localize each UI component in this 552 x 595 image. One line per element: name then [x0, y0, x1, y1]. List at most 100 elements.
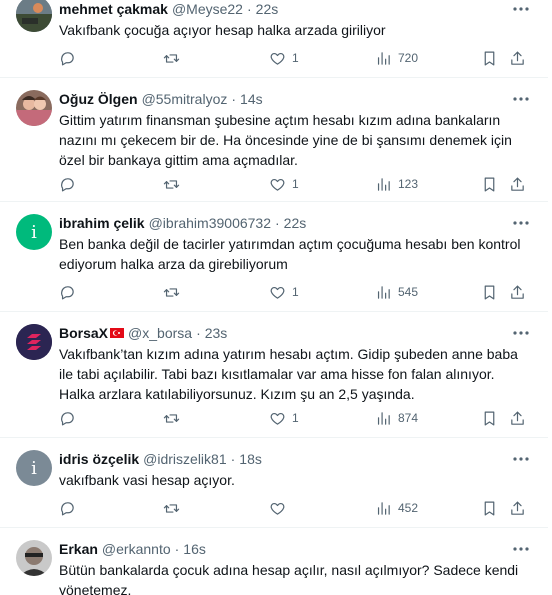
views-icon — [377, 51, 390, 65]
tweet[interactable]: BorsaX @x_borsa · 23s Vakıfbank’tan kızı… — [0, 312, 548, 438]
author-handle[interactable]: @x_borsa — [128, 324, 192, 342]
tweet-header: Oğuz Ölgen @55mitralyoz · 14s — [59, 90, 263, 108]
like-button[interactable]: 1 — [269, 174, 299, 194]
timeline: mehmet çakmak @Meyse22 · 22s Vakıfbank ç… — [0, 0, 552, 595]
tweet-text: Vakıfbank’tan kızım adına yatırım hesabı… — [59, 346, 518, 402]
share-icon — [511, 501, 524, 515]
timestamp[interactable]: 18s — [239, 450, 262, 468]
tweet[interactable]: i idris özçelik @idriszelik81 · 18s vakı… — [0, 438, 548, 528]
like-icon — [270, 286, 285, 299]
share-button[interactable] — [509, 174, 526, 194]
tweet[interactable]: mehmet çakmak @Meyse22 · 22s Vakıfbank ç… — [0, 0, 548, 78]
views-button[interactable]: 123 — [375, 174, 418, 194]
avatar[interactable] — [16, 0, 52, 32]
separator: · — [246, 1, 252, 17]
reply-icon — [61, 411, 74, 425]
author-handle[interactable]: @Meyse22 — [172, 0, 243, 18]
timestamp[interactable]: 23s — [205, 324, 228, 342]
like-icon — [270, 412, 285, 425]
reply-icon — [61, 285, 74, 299]
tweet-header: Erkan @erkannto · 16s — [59, 540, 206, 558]
reply-button[interactable] — [59, 48, 82, 68]
bookmark-icon — [484, 177, 495, 191]
share-icon — [511, 285, 524, 299]
author-name[interactable]: mehmet çakmak — [59, 0, 168, 18]
share-button[interactable] — [509, 408, 526, 428]
action-bar: 1 123 — [59, 174, 539, 194]
author-name[interactable]: ibrahim çelik — [59, 214, 145, 232]
more-icon[interactable] — [512, 546, 530, 552]
retweet-button[interactable] — [163, 48, 186, 68]
bookmark-button[interactable] — [481, 408, 498, 428]
bookmark-button[interactable] — [481, 498, 498, 518]
tweet-text: Gittim yatırım finansman şubesine açtım … — [59, 112, 512, 168]
timestamp[interactable]: 22s — [284, 214, 307, 232]
like-button[interactable]: 1 — [269, 282, 299, 302]
like-icon — [270, 178, 285, 191]
share-button[interactable] — [509, 282, 526, 302]
avatar[interactable]: i — [16, 450, 52, 486]
action-bar: 1 545 — [59, 282, 539, 302]
views-button[interactable]: 545 — [375, 282, 418, 302]
more-icon[interactable] — [512, 220, 530, 226]
author-handle[interactable]: @ibrahim39006732 — [149, 214, 271, 232]
reply-button[interactable] — [59, 408, 82, 428]
views-button[interactable]: 452 — [375, 498, 418, 518]
more-icon[interactable] — [512, 330, 530, 336]
avatar[interactable]: i — [16, 214, 52, 250]
reply-button[interactable] — [59, 174, 82, 194]
views-icon — [377, 177, 390, 191]
views-button[interactable]: 874 — [375, 408, 418, 428]
retweet-button[interactable] — [163, 408, 186, 428]
retweet-button[interactable] — [163, 498, 186, 518]
more-icon[interactable] — [512, 96, 530, 102]
avatar-letter: i — [31, 221, 37, 243]
retweet-icon — [163, 287, 180, 297]
timestamp[interactable]: 14s — [240, 90, 263, 108]
author-handle[interactable]: @55mitralyoz — [142, 90, 228, 108]
avatar[interactable] — [16, 90, 52, 126]
tweet-header: mehmet çakmak @Meyse22 · 22s — [59, 0, 278, 18]
timestamp[interactable]: 22s — [256, 0, 279, 18]
share-button[interactable] — [509, 498, 526, 518]
like-button[interactable] — [269, 498, 292, 518]
more-icon[interactable] — [512, 456, 530, 462]
action-bar: 452 — [59, 498, 539, 518]
share-icon — [511, 411, 524, 425]
author-handle[interactable]: @erkannto — [102, 540, 171, 558]
separator: · — [196, 325, 201, 341]
tweet[interactable]: Oğuz Ölgen @55mitralyoz · 14s Gittim yat… — [0, 78, 548, 202]
more-icon[interactable] — [512, 6, 530, 12]
views-icon — [377, 411, 390, 425]
avatar[interactable] — [16, 540, 52, 576]
separator: · — [230, 451, 236, 467]
tweet[interactable]: i ibrahim çelik @ibrahim39006732 · 22s B… — [0, 202, 548, 312]
share-button[interactable] — [509, 48, 526, 68]
avatar-letter: i — [31, 457, 37, 479]
tweet[interactable]: Erkan @erkannto · 16s Bütün bankalarda ç… — [0, 528, 548, 595]
tweet-text: Vakıfbank çocuğa açıyor hesap halka arza… — [59, 22, 386, 38]
like-button[interactable]: 1 — [269, 408, 299, 428]
retweet-icon — [163, 53, 180, 63]
like-button[interactable]: 1 — [269, 48, 299, 68]
author-name[interactable]: idris özçelik — [59, 450, 139, 468]
author-name[interactable]: BorsaX — [59, 324, 108, 342]
avatar[interactable] — [16, 324, 52, 360]
retweet-button[interactable] — [163, 174, 186, 194]
author-name[interactable]: Oğuz Ölgen — [59, 90, 138, 108]
reply-button[interactable] — [59, 282, 82, 302]
retweet-button[interactable] — [163, 282, 186, 302]
bookmark-button[interactable] — [481, 174, 498, 194]
tweet-text: vakıfbank vasi hesap açıyor. — [59, 472, 235, 488]
reply-button[interactable] — [59, 498, 82, 518]
bookmark-button[interactable] — [481, 48, 498, 68]
author-name[interactable]: Erkan — [59, 540, 98, 558]
bookmark-button[interactable] — [481, 282, 498, 302]
views-button[interactable]: 720 — [375, 48, 418, 68]
bookmark-icon — [484, 51, 495, 65]
turkey-flag-icon — [110, 328, 125, 338]
like-icon — [270, 502, 285, 515]
timestamp[interactable]: 16s — [183, 540, 206, 558]
like-icon — [270, 52, 285, 65]
author-handle[interactable]: @idriszelik81 — [143, 450, 226, 468]
